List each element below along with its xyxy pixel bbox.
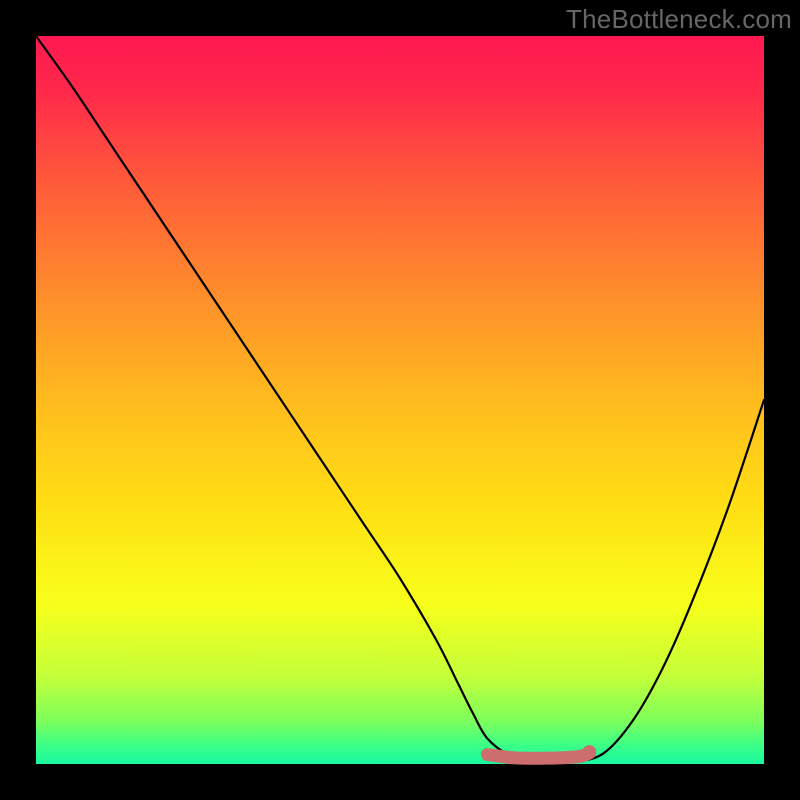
bottleneck-chart: TheBottleneck.com [0,0,800,800]
chart-canvas [0,0,800,800]
optimal-band-marker [487,753,589,758]
optimal-band-end-dot [582,745,596,759]
watermark-label: TheBottleneck.com [566,4,792,35]
plot-background [36,36,764,764]
